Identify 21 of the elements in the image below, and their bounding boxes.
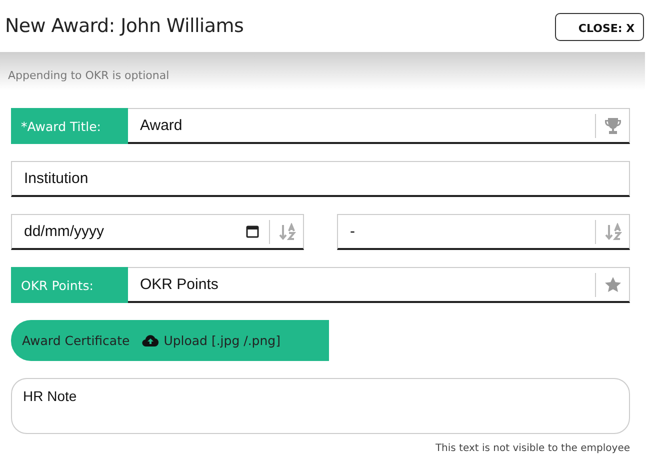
hr-note-field[interactable]: HR Note xyxy=(11,378,630,434)
note-caption: This text is not visible to the employee xyxy=(435,443,630,454)
date-field[interactable]: dd/mm/yyyy xyxy=(11,214,304,250)
certificate-label: Award Certificate xyxy=(22,333,130,348)
field-label: *Award Title: xyxy=(11,108,128,144)
text-input[interactable]: Award xyxy=(128,109,595,142)
select-field[interactable]: - xyxy=(337,214,630,250)
date-input[interactable]: dd/mm/yyyy xyxy=(12,215,246,248)
upload-button[interactable]: Upload [.jpg /.png] xyxy=(142,333,280,348)
sort-icon[interactable] xyxy=(604,222,622,240)
star-icon xyxy=(604,276,622,294)
calendar-icon[interactable] xyxy=(246,225,259,238)
sort-icon[interactable] xyxy=(278,222,296,240)
dialog-title: New Award: John Williams xyxy=(5,15,244,37)
trophy-icon xyxy=(604,116,622,134)
hint-text: Appending to OKR is optional xyxy=(8,69,170,82)
cloud-upload-icon xyxy=(142,334,159,347)
text-input[interactable]: OKR Points xyxy=(128,268,595,301)
close-button[interactable]: CLOSE: X xyxy=(555,12,644,40)
select-value[interactable]: - xyxy=(338,215,595,248)
field-label: OKR Points: xyxy=(11,267,128,303)
